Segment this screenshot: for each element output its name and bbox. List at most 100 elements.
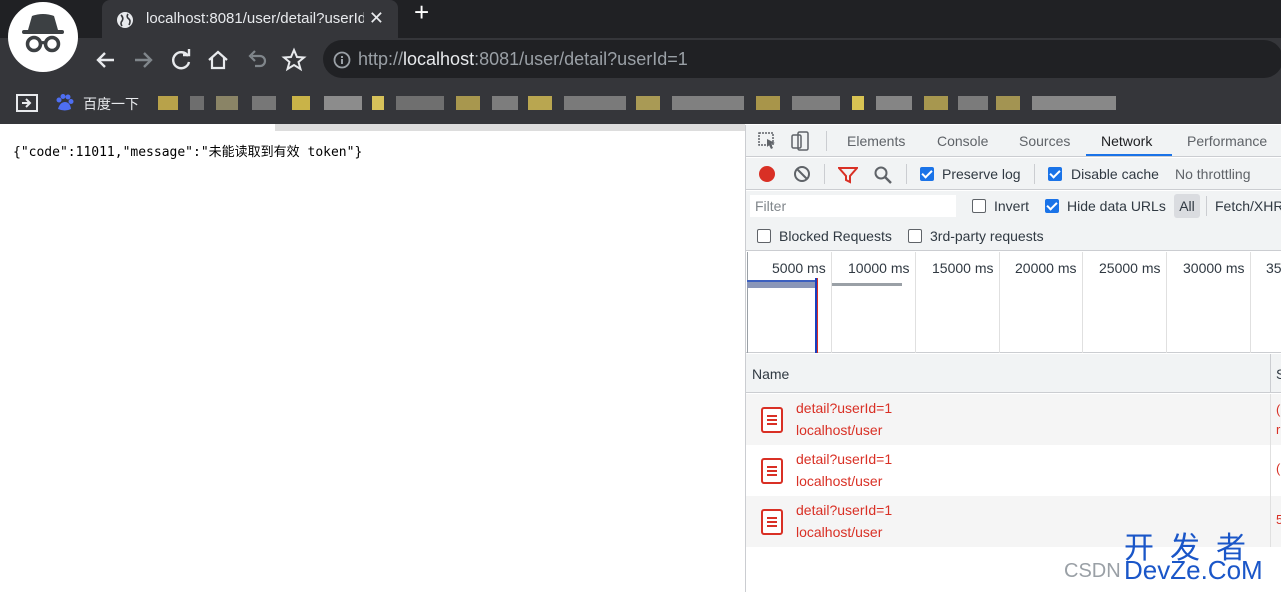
clear-icon[interactable]: [793, 165, 811, 183]
tab-sources[interactable]: Sources: [1019, 133, 1070, 149]
incognito-icon[interactable]: [8, 2, 78, 72]
blurred-bookmark[interactable]: [324, 96, 362, 110]
preserve-log-checkbox[interactable]: [920, 167, 934, 181]
tab-title: localhost:8081/user/detail?userId=1: [146, 10, 364, 27]
request-host: localhost/user: [796, 422, 883, 438]
tab-elements[interactable]: Elements: [847, 133, 905, 149]
tab-performance[interactable]: Performance: [1187, 133, 1267, 149]
timeline-tick-label: 25000 ms: [1099, 260, 1161, 276]
timeline-tick-label: 20000 ms: [1015, 260, 1077, 276]
blurred-bookmark[interactable]: [924, 96, 948, 110]
blocked-requests-checkbox[interactable]: [757, 229, 771, 243]
blurred-bookmark[interactable]: [372, 96, 384, 110]
timeline-tick-label: 5000 ms: [772, 260, 826, 276]
disable-cache-checkbox[interactable]: [1048, 167, 1062, 181]
table-row[interactable]: detail?userId=1 localhost/user (: [746, 445, 1281, 496]
blurred-bookmark[interactable]: [792, 96, 840, 110]
blurred-bookmark[interactable]: [852, 96, 864, 110]
tab-strip: localhost:8081/user/detail?userId=1 ✕ +: [0, 0, 1281, 38]
filter-icon[interactable]: [838, 166, 858, 184]
preserve-log-label: Preserve log: [942, 166, 1021, 182]
invert-checkbox[interactable]: [972, 199, 986, 213]
blurred-bookmark[interactable]: [1032, 96, 1116, 110]
blur-strip: [275, 124, 745, 131]
blurred-bookmark[interactable]: [252, 96, 276, 110]
reload-icon[interactable]: [167, 46, 195, 74]
request-status: 5: [1276, 512, 1281, 527]
name-column-header[interactable]: Name: [752, 366, 789, 382]
back-icon[interactable]: [92, 46, 120, 74]
request-status-text: r: [1276, 422, 1281, 437]
info-icon[interactable]: [333, 51, 351, 69]
blurred-bookmark[interactable]: [756, 96, 780, 110]
request-name: detail?userId=1: [796, 451, 893, 467]
filter-type-all[interactable]: All: [1174, 194, 1200, 218]
device-toolbar-icon[interactable]: [790, 130, 812, 152]
address-bar[interactable]: http://localhost:8081/user/detail?userId…: [323, 40, 1281, 78]
forward-icon[interactable]: [129, 46, 157, 74]
new-tab-button[interactable]: +: [414, 0, 429, 25]
timeline-tick-label: 10000 ms: [848, 260, 910, 276]
network-toolbar: Preserve log Disable cache No throttling: [746, 158, 1281, 190]
blurred-bookmark[interactable]: [292, 96, 310, 110]
blurred-bookmark[interactable]: [672, 96, 744, 110]
watermark-csdn: CSDN: [1064, 560, 1121, 582]
devtools-panel: Elements Console Sources Network Perform…: [745, 125, 1281, 592]
table-row[interactable]: detail?userId=1 localhost/user ( r: [746, 394, 1281, 445]
blurred-bookmark[interactable]: [528, 96, 552, 110]
request-host: localhost/user: [796, 473, 883, 489]
watermark-en: DevZe.CoM: [1124, 555, 1263, 585]
inspect-element-icon[interactable]: [758, 132, 778, 150]
tab-close-icon[interactable]: ✕: [369, 8, 384, 29]
blurred-bookmark[interactable]: [492, 96, 518, 110]
blurred-bookmark[interactable]: [636, 96, 660, 110]
blurred-bookmark[interactable]: [158, 96, 178, 110]
timeline-tick-label: 15000 ms: [932, 260, 994, 276]
active-tab[interactable]: localhost:8081/user/detail?userId=1 ✕: [102, 0, 398, 38]
undo-icon[interactable]: [243, 46, 271, 74]
throttling-select[interactable]: No throttling: [1175, 166, 1250, 182]
blurred-bookmark[interactable]: [190, 96, 204, 110]
baidu-paw-icon: [56, 94, 74, 111]
search-icon[interactable]: [873, 165, 893, 185]
blurred-bookmark[interactable]: [216, 96, 238, 110]
document-icon: [761, 458, 783, 484]
bookmarks-bar: 百度一下: [0, 82, 1281, 124]
blurred-bookmark[interactable]: [876, 96, 912, 110]
timeline-request-bar: [832, 283, 902, 286]
tab-network[interactable]: Network: [1101, 133, 1152, 149]
home-icon[interactable]: [204, 46, 232, 74]
timeline-request-bar: [747, 280, 817, 288]
toolbar-divider: [826, 131, 827, 151]
active-tab-indicator: [1086, 154, 1172, 156]
timeline-tick-label: 35: [1266, 260, 1281, 276]
request-table-header: Name S: [746, 354, 1281, 393]
filter-input[interactable]: Filter: [750, 195, 956, 217]
invert-label: Invert: [994, 198, 1030, 214]
timeline-tick-label: 30000 ms: [1183, 260, 1245, 276]
third-party-label: 3rd-party requests: [930, 228, 1044, 244]
bookmark-star-icon[interactable]: [280, 46, 308, 74]
blurred-bookmark[interactable]: [958, 96, 988, 110]
status-column-header[interactable]: S: [1276, 366, 1281, 382]
devtools-tabbar: Elements Console Sources Network Perform…: [746, 125, 1281, 157]
hide-data-urls-checkbox[interactable]: [1045, 199, 1059, 213]
third-party-checkbox[interactable]: [908, 229, 922, 243]
tab-console[interactable]: Console: [937, 133, 988, 149]
network-overview-timeline[interactable]: 5000 ms 10000 ms 15000 ms 20000 ms 25000…: [746, 252, 1281, 353]
hide-data-urls-label: Hide data URLs: [1067, 198, 1166, 214]
json-response: {"code":11011,"message":"未能读取到有效 token"}: [13, 145, 363, 160]
blurred-bookmark[interactable]: [456, 96, 480, 110]
request-name: detail?userId=1: [796, 400, 893, 416]
bookmark-baidu[interactable]: 百度一下: [83, 94, 139, 114]
document-icon: [761, 407, 783, 433]
blurred-bookmark[interactable]: [996, 96, 1020, 110]
blurred-bookmark[interactable]: [396, 96, 444, 110]
record-icon[interactable]: [758, 165, 776, 183]
blurred-bookmark[interactable]: [564, 96, 626, 110]
request-options-row: Blocked Requests 3rd-party requests: [746, 221, 1281, 251]
filter-type-fetch-xhr[interactable]: Fetch/XHR: [1215, 198, 1281, 214]
globe-icon: [117, 12, 133, 28]
apps-shortcut-icon[interactable]: [16, 94, 38, 112]
filter-row: Filter Invert Hide data URLs All Fetch/X…: [746, 191, 1281, 221]
